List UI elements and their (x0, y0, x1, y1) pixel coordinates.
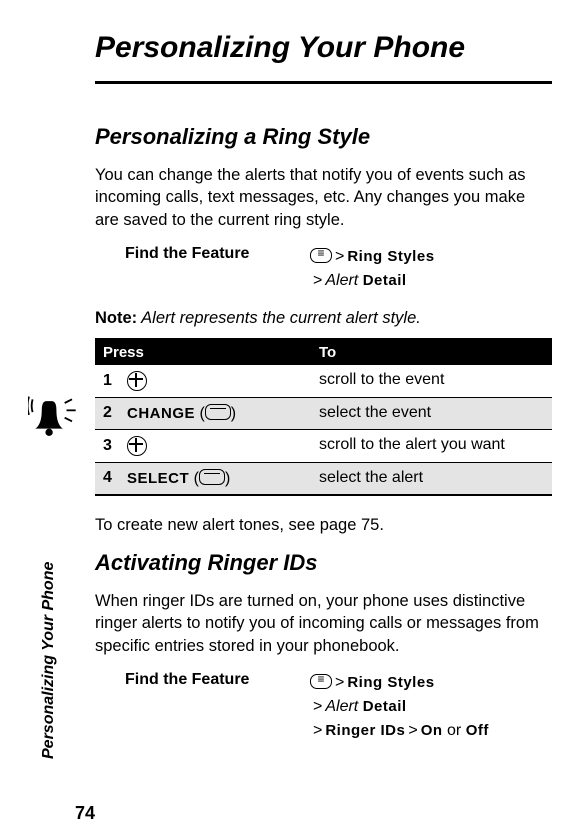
section1-title: Personalizing a Ring Style (95, 124, 552, 150)
table-header: Press To (95, 340, 552, 365)
step-key-label: CHANGE (127, 405, 195, 422)
ringing-bell-icon (28, 392, 83, 447)
section1-intro: You can change the alerts that notify yo… (95, 164, 552, 231)
path-detail: Detail (363, 698, 407, 715)
path-off: Off (466, 722, 489, 739)
step-num: 2 (103, 404, 115, 422)
feature-block-2: Find the Feature >Ring Styles >Alert Det… (95, 671, 552, 743)
softkey-icon (199, 469, 225, 485)
side-section-label: Personalizing Your Phone (40, 562, 58, 759)
note-label: Note: (95, 309, 137, 327)
chapter-title: Personalizing Your Phone (95, 30, 552, 66)
step-key-label: SELECT (127, 470, 189, 487)
nav-key-icon (127, 436, 147, 456)
step-num: 3 (103, 437, 115, 455)
step-desc: select the alert (311, 463, 552, 494)
path-alert: Alert (325, 698, 358, 715)
menu-key-icon (310, 248, 332, 263)
path-alert: Alert (325, 272, 358, 289)
path-ringer-ids: Ringer IDs (325, 722, 405, 739)
path-or: or (447, 722, 461, 739)
step-num: 4 (103, 469, 115, 487)
feature-path-1: >Ring Styles >Alert Detail (310, 245, 435, 293)
note-line: Note: Alert represents the current alert… (95, 309, 552, 328)
steps-table: Press To 1 scroll to the event 2 CHANGE … (95, 338, 552, 496)
path-ring-styles: Ring Styles (347, 248, 434, 265)
nav-key-icon (127, 371, 147, 391)
feature-label-2: Find the Feature (125, 671, 310, 689)
feature-label-1: Find the Feature (125, 245, 310, 263)
step-num: 1 (103, 372, 115, 390)
th-press: Press (95, 340, 311, 365)
feature-block-1: Find the Feature >Ring Styles >Alert Det… (95, 245, 552, 293)
menu-key-icon (310, 674, 332, 689)
step-desc: scroll to the event (311, 365, 552, 397)
softkey-icon (205, 404, 231, 420)
page-number: 74 (75, 803, 95, 824)
section2-title: Activating Ringer IDs (95, 550, 552, 576)
table-row: 3 scroll to the alert you want (95, 430, 552, 463)
section1-outro: To create new alert tones, see page 75. (95, 514, 552, 536)
step-desc: select the event (311, 398, 552, 429)
note-text: Alert represents the current alert style… (137, 309, 421, 327)
title-underline (95, 81, 552, 84)
path-ring-styles: Ring Styles (347, 674, 434, 691)
path-on: On (421, 722, 443, 739)
feature-path-2: >Ring Styles >Alert Detail >Ringer IDs>O… (310, 671, 489, 743)
table-row: 1 scroll to the event (95, 365, 552, 398)
table-row: 4 SELECT () select the alert (95, 463, 552, 494)
table-row: 2 CHANGE () select the event (95, 398, 552, 430)
th-to: To (311, 340, 552, 365)
step-desc: scroll to the alert you want (311, 430, 552, 462)
section2-intro: When ringer IDs are turned on, your phon… (95, 590, 552, 657)
path-detail: Detail (363, 272, 407, 289)
page: Personalizing Your Phone 74 Personalizin… (0, 0, 582, 839)
